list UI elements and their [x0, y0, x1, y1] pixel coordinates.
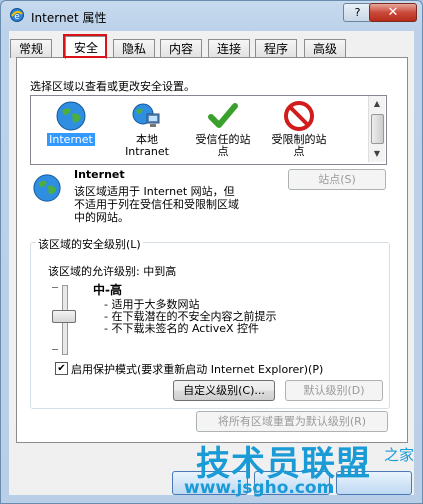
- zone-trusted-sites-label: 受信任的站 点: [195, 133, 251, 158]
- help-button[interactable]: ?: [343, 3, 372, 22]
- tab-programs[interactable]: 程序: [255, 39, 297, 58]
- tab-general[interactable]: 常规: [10, 39, 52, 58]
- title-bar: e Internet 属性 ? ✕: [1, 1, 422, 31]
- slider-tick: [52, 287, 58, 288]
- zone-internet-label: Internet: [47, 133, 95, 146]
- zone-description: 该区域适用于 Internet 网站，但 不适用于列在受信任和受限制区域 中的网…: [74, 185, 239, 224]
- local-intranet-icon: [132, 103, 160, 127]
- zone-list-scrollbar[interactable]: ▲ ▼: [368, 96, 385, 162]
- check-icon: [208, 103, 238, 128]
- tab-connections[interactable]: 连接: [208, 39, 250, 58]
- custom-level-button[interactable]: 自定义级别(C)...: [173, 380, 275, 401]
- slider-tick: [52, 349, 58, 350]
- close-button[interactable]: ✕: [369, 3, 417, 22]
- protected-mode-label: 启用保护模式(要求重新启动 Internet Explorer)(P): [71, 363, 324, 376]
- zone-local-intranet-label: 本地 Intranet: [125, 133, 169, 158]
- zone-globe-icon: [33, 174, 61, 202]
- reset-all-zones-button[interactable]: 将所有区域重置为默认级别(R): [196, 411, 388, 432]
- default-level-button[interactable]: 默认级别(D): [285, 380, 383, 401]
- tab-content[interactable]: 内容: [160, 39, 202, 58]
- zone-restricted-sites-label: 受限制的站 点: [271, 133, 327, 158]
- zone-local-intranet[interactable]: 本地 Intranet: [109, 98, 185, 160]
- allowed-levels-label: 该区域的允许级别: 中到高: [48, 265, 177, 278]
- svg-text:e: e: [14, 12, 20, 22]
- security-level-slider-thumb[interactable]: [52, 310, 76, 323]
- zone-title: Internet: [74, 168, 125, 181]
- globe-icon: [56, 101, 86, 131]
- watermark-url: www.jsgho.com: [184, 478, 335, 498]
- restricted-icon: [284, 101, 314, 131]
- scroll-up-icon[interactable]: ▲: [369, 96, 385, 112]
- internet-explorer-icon: e: [10, 8, 24, 22]
- window-title: Internet 属性: [31, 11, 107, 25]
- zone-instruction: 选择区域以查看或更改安全设置。: [30, 80, 195, 93]
- zone-internet[interactable]: Internet: [33, 98, 109, 160]
- scroll-thumb[interactable]: [371, 114, 384, 144]
- tab-highlight-marker: [63, 34, 107, 58]
- tab-advanced[interactable]: 高级: [304, 39, 346, 58]
- scroll-down-icon[interactable]: ▼: [369, 146, 385, 162]
- watermark-corner: 之家: [384, 446, 415, 464]
- protected-mode-checkbox[interactable]: ✔: [55, 362, 68, 375]
- tab-privacy[interactable]: 隐私: [113, 39, 155, 58]
- sites-button[interactable]: 站点(S): [288, 169, 386, 190]
- zone-list: Internet 本地 Intranet 受信任的站 点 受限制的站 点: [30, 95, 387, 165]
- level-point: - 不下载未签名的 ActiveX 控件: [104, 322, 260, 335]
- zone-restricted-sites[interactable]: 受限制的站 点: [261, 98, 337, 160]
- zone-trusted-sites[interactable]: 受信任的站 点: [185, 98, 261, 160]
- security-level-group-title: 该区域的安全级别(L): [36, 236, 143, 252]
